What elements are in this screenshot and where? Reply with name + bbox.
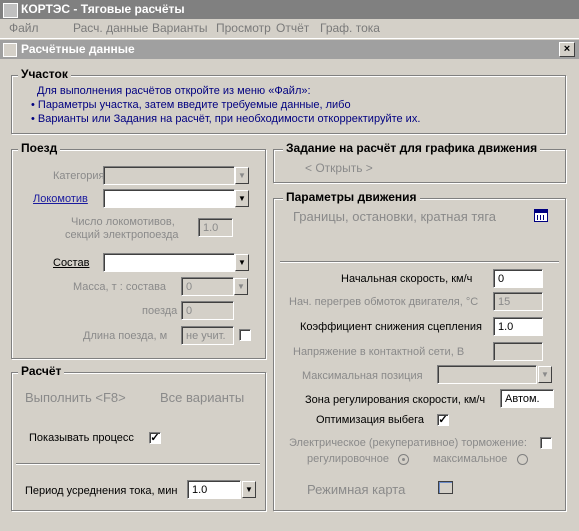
- period-field[interactable]: 1.0: [187, 480, 241, 499]
- window-icon: [3, 43, 17, 57]
- max-label: максимальное: [433, 453, 508, 465]
- peregrev-label: Нач. перегрев обмоток двигателя, °С: [289, 296, 479, 308]
- rezhim-button[interactable]: Режимная карта: [307, 482, 405, 497]
- raschet-separator: [16, 463, 260, 465]
- menu-variants[interactable]: Варианты: [152, 19, 207, 38]
- uchastok-title: Участок: [18, 67, 71, 81]
- sostav-select[interactable]: [103, 253, 235, 272]
- zona-field[interactable]: Автом.: [500, 389, 554, 408]
- menu-view[interactable]: Просмотр: [216, 19, 271, 38]
- poezda-label: поезда: [142, 305, 178, 317]
- uchastok-line1: Для выполнения расчётов откройте из меню…: [37, 85, 311, 97]
- window-title: Расчётные данные: [21, 42, 135, 56]
- params-separator: [280, 261, 559, 263]
- kategoria-select: [103, 166, 235, 185]
- period-dropdown-icon[interactable]: ▼: [242, 481, 256, 498]
- elektr-label: Электрическое (рекуперативное) торможени…: [289, 437, 527, 449]
- poezd-title: Поезд: [18, 141, 61, 155]
- raschet-title: Расчёт: [18, 364, 65, 378]
- optim-checkbox[interactable]: ✓: [437, 414, 449, 426]
- menu-file[interactable]: Файл: [9, 19, 39, 38]
- menu-bar: Файл Расч. данные Варианты Просмотр Отчё…: [0, 19, 579, 39]
- lokomotiv-select[interactable]: [103, 189, 235, 208]
- period-label: Период усреднения тока, мин: [25, 485, 178, 497]
- all-variants-button[interactable]: Все варианты: [160, 390, 244, 405]
- params-title: Параметры движения: [283, 190, 420, 204]
- map-icon[interactable]: [438, 481, 453, 494]
- run-button[interactable]: Выполнить <F8>: [25, 390, 126, 405]
- granicy-button[interactable]: Границы, остановки, кратная тяга: [293, 209, 496, 224]
- kategoria-label: Категория: [53, 170, 105, 182]
- uchastok-line2: • Параметры участка, затем введите требу…: [31, 99, 351, 111]
- zona-label: Зона регулирования скорости, км/ч: [305, 394, 486, 406]
- sostav-label: Состав: [53, 257, 89, 269]
- app-titlebar: КОРТЭС - Тяговые расчёты: [0, 0, 579, 19]
- elektr-checkbox[interactable]: [540, 437, 552, 449]
- dlina-label: Длина поезда, м: [83, 330, 168, 342]
- calendar-icon[interactable]: [534, 209, 548, 222]
- app-icon: [3, 3, 18, 18]
- uchastok-line3: • Варианты или Задания на расчёт, при не…: [31, 113, 421, 125]
- zadanie-title: Задание на расчёт для графика движения: [283, 141, 541, 155]
- menu-report[interactable]: Отчёт: [276, 19, 309, 38]
- maxpos-select: [437, 365, 537, 384]
- open-button[interactable]: < Открыть >: [305, 161, 373, 175]
- massa-field: 0: [181, 277, 234, 296]
- sostav-label-text: Состав: [53, 257, 90, 269]
- nach-speed-label: Начальная скорость, км/ч: [341, 273, 473, 285]
- peregrev-field: 15: [493, 292, 543, 311]
- poezda-field: 0: [181, 301, 234, 320]
- chislo-label-2: секций электропоезда: [65, 229, 179, 241]
- show-process-checkbox[interactable]: ✓: [149, 432, 161, 444]
- menu-current-graph[interactable]: Граф. тока: [320, 19, 380, 38]
- maxpos-label: Максимальная позиция: [302, 370, 423, 382]
- napryazh-field: [493, 342, 543, 361]
- reg-label: регулировочное: [307, 453, 389, 465]
- massa-label: Масса, т : состава: [73, 281, 166, 293]
- window-titlebar: Расчётные данные ×: [0, 40, 579, 59]
- dlina-checkbox[interactable]: [239, 329, 251, 341]
- menu-calc-data[interactable]: Расч. данные: [73, 19, 148, 38]
- dlina-field: не учит.: [181, 326, 234, 345]
- optim-label: Оптимизация выбега: [316, 414, 424, 426]
- chislo-label-1: Число локомотивов,: [71, 216, 175, 228]
- close-button[interactable]: ×: [559, 42, 575, 57]
- show-process-label: Показывать процесс: [29, 432, 134, 444]
- sostav-dropdown-icon[interactable]: ▼: [235, 254, 249, 271]
- massa-dropdown-icon: ▼: [234, 278, 248, 295]
- app-title: КОРТЭС - Тяговые расчёты: [21, 2, 185, 16]
- nach-speed-field[interactable]: 0: [493, 269, 543, 288]
- kategoria-dropdown-icon: ▼: [235, 167, 249, 184]
- chislo-field: 1.0: [198, 218, 233, 237]
- koef-field[interactable]: 1.0: [493, 317, 543, 336]
- reg-radio[interactable]: [398, 454, 409, 465]
- max-radio[interactable]: [517, 454, 528, 465]
- koef-label: Коэффициент снижения сцепления: [300, 321, 483, 333]
- lokomotiv-dropdown-icon[interactable]: ▼: [235, 190, 249, 207]
- lokomotiv-label[interactable]: Локомотив: [33, 193, 88, 205]
- napryazh-label: Напряжение в контактной сети, В: [293, 346, 465, 358]
- maxpos-dropdown-icon: ▼: [538, 366, 552, 383]
